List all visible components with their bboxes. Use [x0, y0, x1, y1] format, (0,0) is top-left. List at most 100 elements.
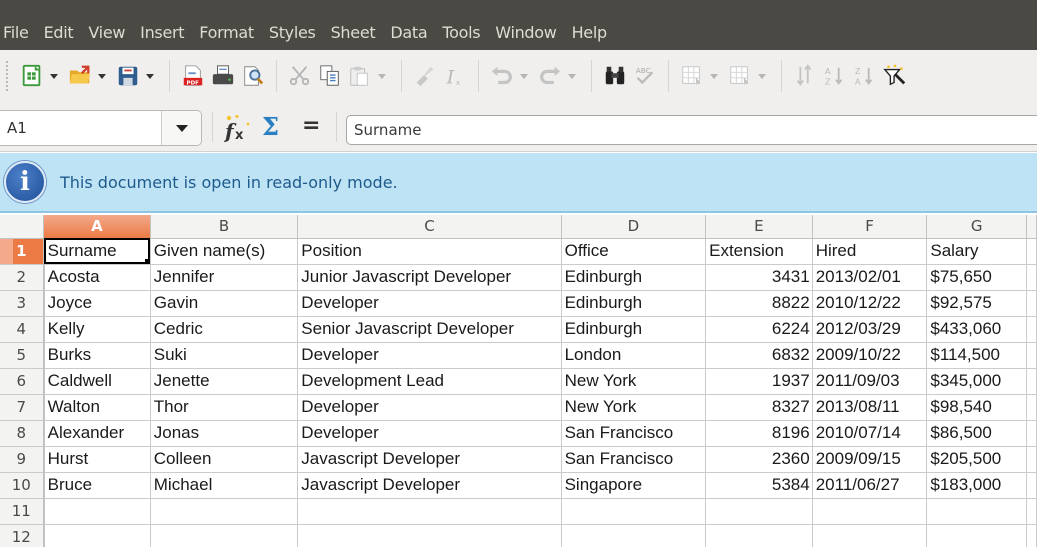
cell-h9[interactable]: [1026, 446, 1037, 473]
cell-d1[interactable]: Office: [561, 238, 707, 265]
cell-a11[interactable]: [43, 498, 151, 525]
column-header-c[interactable]: C: [297, 215, 562, 239]
row-header[interactable]: 3: [0, 290, 45, 317]
menu-data[interactable]: Data: [389, 23, 428, 42]
row-header[interactable]: 12: [0, 524, 45, 547]
open-folder-dropdown-icon[interactable]: [97, 63, 107, 89]
new-spreadsheet-button[interactable]: [19, 63, 45, 89]
menu-file[interactable]: File: [2, 23, 30, 42]
cell-g7[interactable]: $98,540: [926, 394, 1027, 421]
cell-c1[interactable]: Position: [297, 238, 562, 265]
cell-c7[interactable]: Developer: [297, 394, 562, 421]
cell-a1[interactable]: Surname: [43, 238, 151, 265]
menu-sheet[interactable]: Sheet: [330, 23, 377, 42]
cell-e9[interactable]: 2360: [705, 446, 813, 473]
export-pdf-button[interactable]: PDF: [180, 63, 206, 89]
autofilter-button[interactable]: [882, 63, 908, 89]
new-spreadsheet-dropdown-icon[interactable]: [49, 63, 59, 89]
cell-f1[interactable]: Hired: [812, 238, 928, 265]
cell-c6[interactable]: Development Lead: [297, 368, 562, 395]
cell-d11[interactable]: [561, 498, 707, 525]
cell-g5[interactable]: $114,500: [926, 342, 1027, 369]
cell-a5[interactable]: Burks: [43, 342, 151, 369]
select-all-corner[interactable]: [0, 215, 45, 239]
sort-ascending-button[interactable]: AZ: [822, 63, 848, 89]
cell-a7[interactable]: Walton: [43, 394, 151, 421]
cell-b12[interactable]: [150, 524, 299, 547]
clear-formatting-button[interactable]: Ix: [442, 63, 468, 89]
cell-e5[interactable]: 6832: [705, 342, 813, 369]
print-button[interactable]: [210, 63, 236, 89]
cell-b1[interactable]: Given name(s): [150, 238, 299, 265]
cell-d12[interactable]: [561, 524, 707, 547]
cell-c8[interactable]: Developer: [297, 420, 562, 447]
redo-dropdown-icon[interactable]: [567, 63, 577, 89]
cell-g8[interactable]: $86,500: [926, 420, 1027, 447]
cell-h6[interactable]: [1026, 368, 1037, 395]
cell-d9[interactable]: San Francisco: [561, 446, 707, 473]
cell-b4[interactable]: Cedric: [150, 316, 299, 343]
cell-g1[interactable]: Salary: [926, 238, 1027, 265]
column-dropdown-icon[interactable]: [757, 63, 767, 89]
cell-h4[interactable]: [1026, 316, 1037, 343]
open-folder-button[interactable]: [67, 63, 93, 89]
cell-e8[interactable]: 8196: [705, 420, 813, 447]
cell-e1[interactable]: Extension: [705, 238, 813, 265]
cell-h1[interactable]: [1026, 238, 1037, 265]
toolbar-grip[interactable]: [6, 61, 9, 91]
cell-e11[interactable]: [705, 498, 813, 525]
cell-h10[interactable]: [1026, 472, 1037, 499]
menu-help[interactable]: Help: [571, 23, 608, 42]
cell-b2[interactable]: Jennifer: [150, 264, 299, 291]
row-header[interactable]: 4: [0, 316, 45, 343]
cell-a4[interactable]: Kelly: [43, 316, 151, 343]
cell-a6[interactable]: Caldwell: [43, 368, 151, 395]
cell-d2[interactable]: Edinburgh: [561, 264, 707, 291]
column-header-e[interactable]: E: [705, 215, 813, 239]
row-header[interactable]: 10: [0, 472, 45, 499]
cell-h2[interactable]: [1026, 264, 1037, 291]
paste-button[interactable]: [347, 63, 373, 89]
cell-c4[interactable]: Senior Javascript Developer: [297, 316, 562, 343]
menu-format[interactable]: Format: [198, 23, 255, 42]
cell-g10[interactable]: $183,000: [926, 472, 1027, 499]
cell-f4[interactable]: 2012/03/29: [812, 316, 928, 343]
autofill-handle[interactable]: [144, 258, 150, 263]
cell-g12[interactable]: [926, 524, 1027, 547]
row-button[interactable]: [679, 63, 705, 89]
cell-d4[interactable]: Edinburgh: [561, 316, 707, 343]
cell-f10[interactable]: 2011/06/27: [812, 472, 928, 499]
row-header[interactable]: 8: [0, 420, 45, 447]
cell-e3[interactable]: 8822: [705, 290, 813, 317]
redo-button[interactable]: [537, 63, 563, 89]
cell-f3[interactable]: 2010/12/22: [812, 290, 928, 317]
cell-b8[interactable]: Jonas: [150, 420, 299, 447]
cell-f8[interactable]: 2010/07/14: [812, 420, 928, 447]
clone-formatting-button[interactable]: [412, 63, 438, 89]
cell-d8[interactable]: San Francisco: [561, 420, 707, 447]
menu-tools[interactable]: Tools: [441, 23, 481, 42]
row-header[interactable]: 7: [0, 394, 45, 421]
paste-dropdown-icon[interactable]: [377, 63, 387, 89]
name-box-dropdown-icon[interactable]: [161, 111, 201, 145]
cell-a2[interactable]: Acosta: [43, 264, 151, 291]
cell-g6[interactable]: $345,000: [926, 368, 1027, 395]
cell-g3[interactable]: $92,575: [926, 290, 1027, 317]
column-header-a[interactable]: A: [43, 215, 151, 239]
row-header[interactable]: 1: [0, 238, 45, 265]
cell-h8[interactable]: [1026, 420, 1037, 447]
cell-h3[interactable]: [1026, 290, 1037, 317]
cell-e4[interactable]: 6224: [705, 316, 813, 343]
name-box-input[interactable]: A1: [0, 119, 161, 137]
cell-b9[interactable]: Colleen: [150, 446, 299, 473]
cell-f12[interactable]: [812, 524, 928, 547]
cell-f7[interactable]: 2013/08/11: [812, 394, 928, 421]
cell-h7[interactable]: [1026, 394, 1037, 421]
cell-f6[interactable]: 2011/09/03: [812, 368, 928, 395]
row-header[interactable]: 9: [0, 446, 45, 473]
menu-window[interactable]: Window: [494, 23, 557, 42]
cell-c3[interactable]: Developer: [297, 290, 562, 317]
cell-g4[interactable]: $433,060: [926, 316, 1027, 343]
menu-styles[interactable]: Styles: [268, 23, 317, 42]
cell-e6[interactable]: 1937: [705, 368, 813, 395]
